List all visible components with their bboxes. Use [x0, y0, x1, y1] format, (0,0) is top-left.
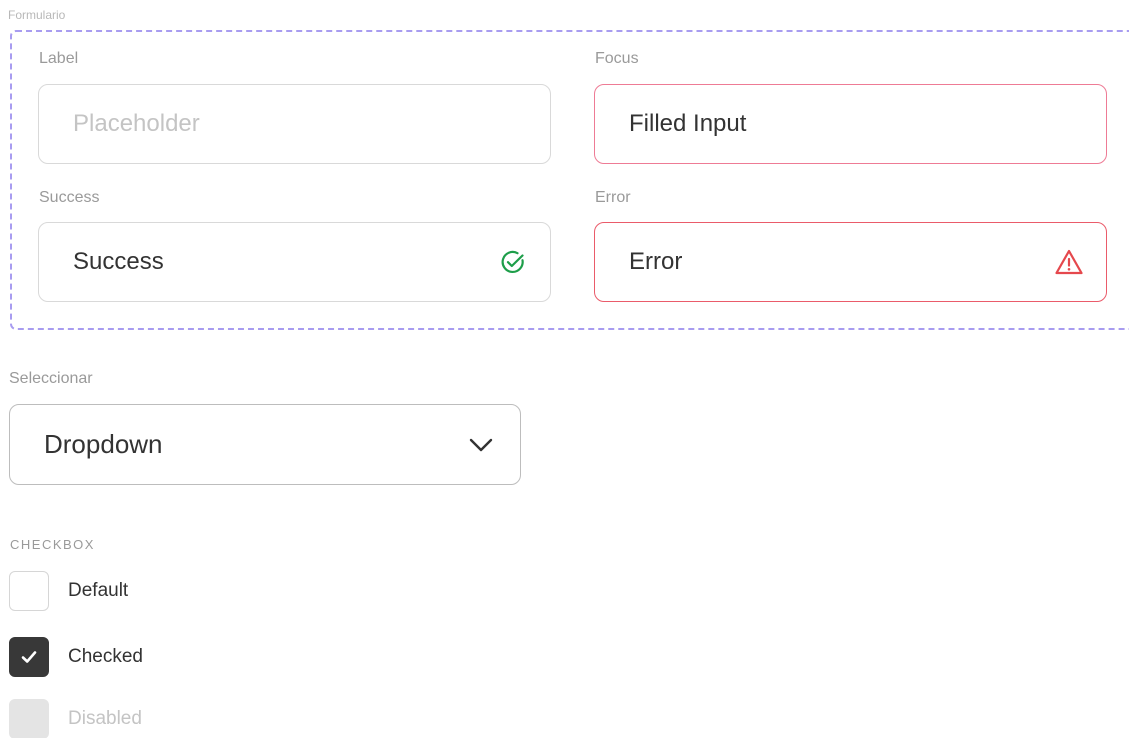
- chevron-down-icon: [469, 438, 493, 451]
- checkbox-disabled-row: Disabled: [9, 699, 142, 738]
- error-input-value: Error: [629, 248, 683, 275]
- checkbox-default[interactable]: [9, 571, 49, 611]
- checkmark-icon: [21, 651, 37, 663]
- success-input-value: Success: [73, 248, 164, 275]
- warning-triangle-icon: [1054, 247, 1084, 277]
- checkbox-checked-row[interactable]: Checked: [9, 637, 143, 677]
- dropdown-value: Dropdown: [44, 429, 163, 459]
- label-field-label: Label: [39, 50, 79, 67]
- checkbox-disabled-label: Disabled: [68, 708, 142, 729]
- frame-label: Formulario: [8, 8, 66, 22]
- focus-field-label: Focus: [595, 50, 639, 67]
- success-input[interactable]: Success: [38, 222, 551, 302]
- check-circle-icon: [498, 247, 528, 277]
- checkbox-default-row[interactable]: Default: [9, 571, 128, 611]
- checkbox-section-heading: CHECKBOX: [10, 537, 95, 552]
- dropdown-select[interactable]: Dropdown: [9, 404, 521, 485]
- focus-input[interactable]: Filled Input: [594, 84, 1107, 164]
- error-input[interactable]: Error: [594, 222, 1107, 302]
- placeholder-input[interactable]: Placeholder: [38, 84, 551, 164]
- select-label: Seleccionar: [9, 370, 93, 387]
- error-field-label: Error: [595, 189, 631, 206]
- success-field-label: Success: [39, 189, 100, 206]
- checkbox-checked[interactable]: [9, 637, 49, 677]
- checkbox-disabled: [9, 699, 49, 738]
- page: Formulario Label Placeholder Focus Fille…: [0, 0, 1129, 738]
- focus-input-value: Filled Input: [629, 110, 747, 137]
- placeholder-text: Placeholder: [73, 110, 200, 137]
- checkbox-checked-label: Checked: [68, 646, 143, 667]
- checkbox-default-label: Default: [68, 580, 129, 601]
